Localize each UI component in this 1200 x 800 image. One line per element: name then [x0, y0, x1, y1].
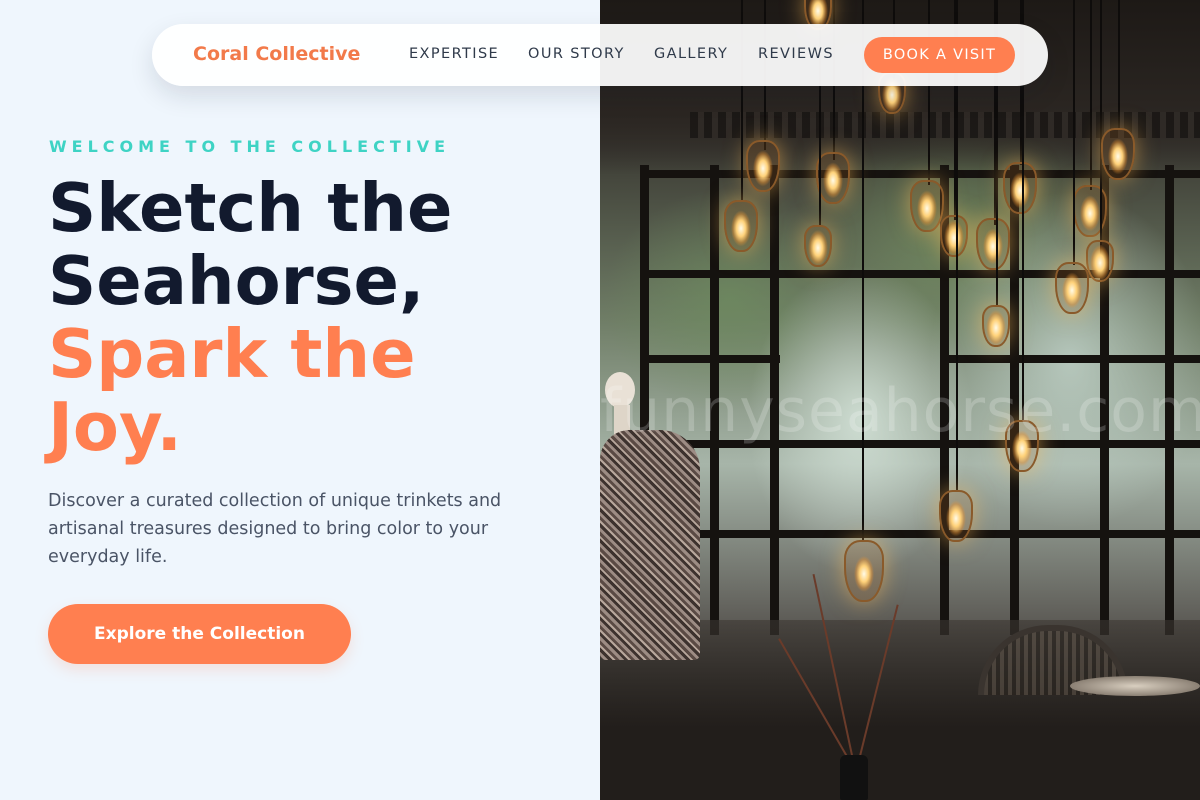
- nav-link-reviews[interactable]: REVIEWS: [758, 46, 834, 62]
- hero-description: Discover a curated collection of unique …: [48, 491, 502, 567]
- pendant-bulb: [724, 200, 758, 252]
- pendant-bulb: [940, 215, 968, 257]
- nav-link-our-story[interactable]: OUR STORY: [528, 46, 625, 62]
- window-frame: [640, 270, 1200, 278]
- pendant-bulb: [844, 540, 884, 602]
- window-frame: [940, 355, 1200, 363]
- headline-line: Seahorse,: [48, 242, 425, 320]
- pendant-wire: [1073, 0, 1075, 265]
- pendant-bulb: [1003, 162, 1037, 214]
- watermark-text: funnyseahorse.com: [600, 376, 1200, 446]
- nav-link-gallery[interactable]: GALLERY: [654, 46, 728, 62]
- vase: [840, 755, 868, 800]
- hero-image: funnyseahorse.com: [600, 0, 1200, 800]
- tweed-coat: [600, 430, 700, 660]
- pendant-bulb: [1086, 240, 1114, 282]
- pendant-bulb: [976, 218, 1010, 270]
- pendant-bulb: [816, 152, 850, 204]
- headline-line: Sketch the: [48, 169, 453, 247]
- headline-accent-line: Joy.: [48, 388, 182, 466]
- pendant-wire: [1118, 0, 1120, 130]
- headline-accent-line: Spark the: [48, 315, 416, 393]
- pendant-bulb: [746, 140, 780, 192]
- explore-collection-button[interactable]: Explore the Collection: [48, 604, 351, 664]
- brand-logo[interactable]: Coral Collective: [193, 43, 360, 65]
- pendant-bulb: [1055, 262, 1089, 314]
- book-a-visit-button[interactable]: BOOK A VISIT: [864, 37, 1015, 73]
- pendant-bulb: [939, 490, 973, 542]
- nav-link-expertise[interactable]: EXPERTISE: [409, 46, 499, 62]
- window-frame: [640, 530, 1200, 538]
- pendant-bulb: [982, 305, 1010, 347]
- pendant-wire: [1100, 0, 1102, 245]
- pendant-wire: [1090, 0, 1092, 190]
- pendant-bulb: [910, 180, 944, 232]
- cafe-table: [1070, 676, 1200, 696]
- hero-headline: Sketch the Seahorse, Spark the Joy.: [48, 172, 452, 464]
- top-navbar: Coral Collective EXPERTISE OUR STORY GAL…: [152, 24, 1048, 86]
- pendant-bulb: [804, 225, 832, 267]
- pendant-bulb: [1101, 128, 1135, 180]
- hero-eyebrow: WELCOME TO THE COLLECTIVE: [49, 137, 451, 156]
- window-frame: [640, 355, 780, 363]
